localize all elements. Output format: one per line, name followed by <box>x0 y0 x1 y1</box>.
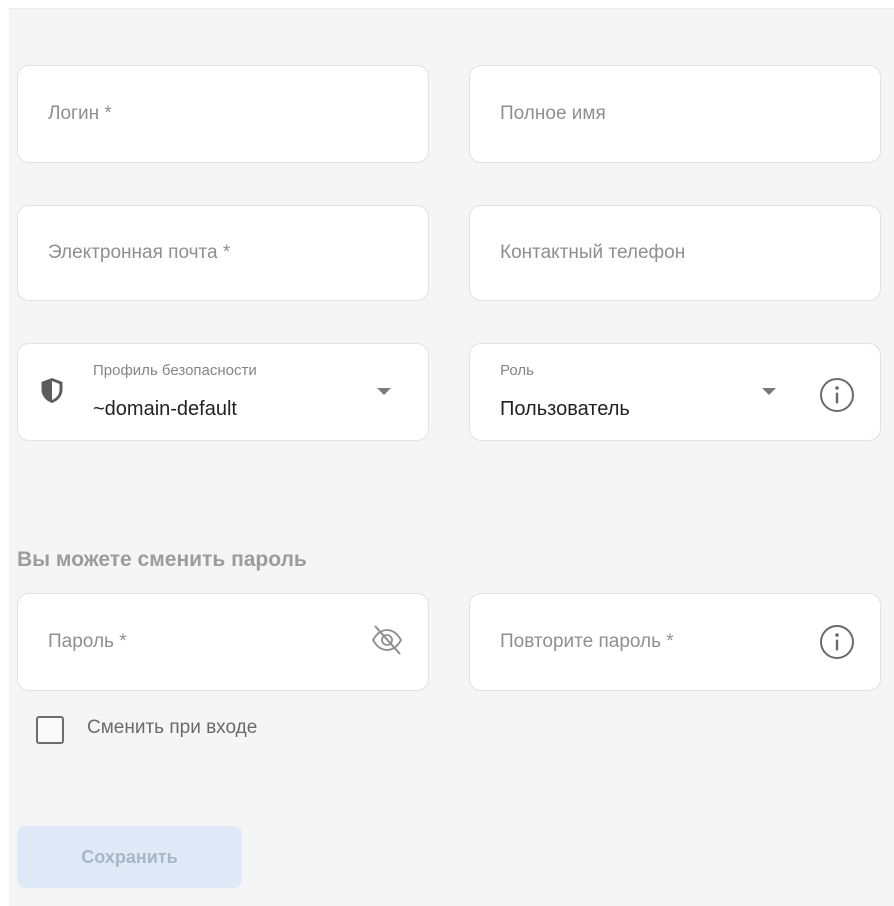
chevron-down-icon <box>377 388 391 395</box>
chevron-down-icon <box>762 388 776 395</box>
change-on-login-label[interactable]: Сменить при входе <box>87 717 257 739</box>
security-profile-label: Профиль безопасности <box>93 362 257 379</box>
password-field[interactable]: Пароль * <box>17 593 429 691</box>
role-label: Роль <box>500 362 534 379</box>
info-icon[interactable] <box>819 624 855 660</box>
password-placeholder: Пароль * <box>48 631 127 652</box>
save-button[interactable]: Сохранить <box>17 826 242 888</box>
repeat-password-placeholder: Повторите пароль * <box>500 631 674 652</box>
login-placeholder: Логин * <box>48 103 112 124</box>
security-profile-select[interactable]: Профиль безопасности ~domain-default <box>17 343 429 441</box>
password-section-title: Вы можете сменить пароль <box>17 548 307 571</box>
role-value: Пользователь <box>500 398 630 420</box>
info-icon[interactable] <box>819 377 855 413</box>
shield-icon <box>41 378 63 403</box>
email-placeholder: Электронная почта * <box>48 242 231 263</box>
full-name-placeholder: Полное имя <box>500 103 606 124</box>
login-field[interactable]: Логин * <box>17 65 429 163</box>
change-on-login-checkbox[interactable] <box>36 716 64 744</box>
phone-placeholder: Контактный телефон <box>500 242 686 263</box>
security-profile-value: ~domain-default <box>93 398 237 420</box>
eye-off-icon[interactable] <box>370 623 404 657</box>
email-field[interactable]: Электронная почта * <box>17 205 429 301</box>
role-select[interactable]: Роль Пользователь <box>469 343 881 441</box>
full-name-field[interactable]: Полное имя <box>469 65 881 163</box>
repeat-password-field[interactable]: Повторите пароль * <box>469 593 881 691</box>
phone-field[interactable]: Контактный телефон <box>469 205 881 301</box>
